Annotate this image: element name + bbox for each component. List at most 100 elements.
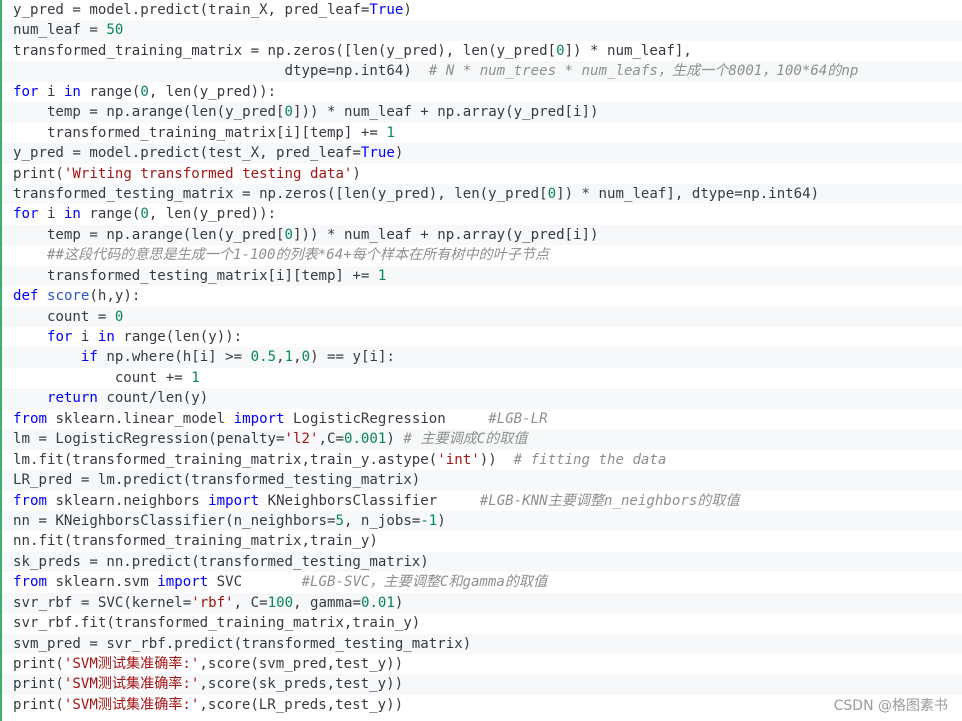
code-token: LogisticRegression (284, 410, 489, 427)
code-token: 0 (140, 83, 149, 100)
code-token: 'SVM测试集准确率:' (63, 656, 200, 672)
code-token: 0 (556, 42, 565, 59)
code-token: count = (13, 308, 115, 325)
code-line: svr_rbf = SVC(kernel='rbf', C=100, gamma… (2, 592, 962, 614)
code-token: range( (80, 83, 141, 100)
code-token: ) == y[i]: (310, 349, 395, 366)
code-token: from (13, 574, 47, 591)
code-line: y_pred = model.predict(test_X, pred_leaf… (2, 143, 962, 164)
code-line: def score(h,y): (2, 286, 962, 307)
code-token: 'SVM测试集准确率:' (63, 696, 200, 713)
code-line: for i in range(0, len(y_pred)): (2, 81, 962, 103)
code-token: i (38, 83, 64, 100)
code-token: print( (13, 656, 64, 672)
code-token: sk_preds = nn.predict(transformed_testin… (13, 553, 429, 570)
code-line: transformed_training_matrix[i][temp] += … (2, 122, 962, 144)
code-token: (h,y): (89, 288, 141, 305)
code-token: for (13, 83, 39, 100)
code-token: in (63, 206, 81, 223)
code-token: ]) * num_leaf], (564, 42, 692, 59)
code-token: ,score(LR_preds,test_y)) (199, 696, 404, 713)
code-token: 0 (140, 206, 149, 223)
code-token: 'int' (437, 451, 480, 468)
code-line: count = 0 (2, 306, 962, 327)
code-token: import (208, 492, 260, 509)
code-token: if (80, 349, 98, 366)
code-line: lm = LogisticRegression(penalty='l2',C=0… (2, 429, 962, 450)
code-token: ) (394, 145, 404, 162)
code-token: 1 (284, 349, 294, 366)
code-token: sklearn.neighbors (46, 492, 209, 509)
code-token: 1 (377, 267, 387, 284)
code-line: from sklearn.neighbors import KNeighbors… (2, 490, 962, 511)
code-token: count/len(y) (97, 390, 209, 407)
watermark: CSDN @格图素书 (833, 695, 948, 715)
code-token: True (369, 2, 404, 18)
code-token: y_pred = model.predict(test_X, pred_leaf… (13, 145, 361, 162)
code-token: )) (479, 451, 514, 468)
code-token: ,score(svm_pred,test_y)) (199, 656, 404, 672)
code-line: for i in range(0, len(y_pred)): (2, 204, 962, 225)
code-line: svm_pred = svr_rbf.predict(transformed_t… (2, 633, 962, 654)
code-token: ##这段代码的意思是生成一个1-100的列表*64+每个样本在所有树中的叶子节点 (46, 247, 550, 264)
code-token: ) (437, 512, 446, 529)
code-token: print( (13, 676, 64, 693)
code-token: , len(y_pred)): (148, 206, 277, 223)
code-line: for i in range(len(y)): (2, 327, 962, 348)
code-token: ])) * num_leaf + np.array(y_pred[i]) (293, 226, 599, 243)
code-token: transformed_training_matrix[i][temp] += (13, 124, 387, 141)
code-token: True (360, 145, 395, 162)
code-token: 100 (267, 594, 294, 611)
code-line: svr_rbf.fit(transformed_training_matrix,… (2, 613, 962, 634)
code-token: i (72, 329, 98, 345)
code-token: from (13, 492, 47, 509)
code-token: , (276, 349, 285, 366)
code-token: import (233, 410, 285, 427)
code-token: , n_jobs= (343, 512, 421, 529)
code-token: temp = np.arange(len(y_pred[ (13, 226, 285, 243)
code-token: svr_rbf.fit(transformed_training_matrix,… (13, 615, 421, 632)
code-line: count += 1 (2, 367, 962, 389)
code-token: lm = LogisticRegression(penalty= (13, 431, 285, 448)
code-token: , (293, 349, 302, 366)
code-token: transformed_testing_matrix = np.zeros([l… (13, 185, 548, 202)
code-token: 'SVM测试集准确率:' (63, 676, 200, 693)
code-token: , gamma= (293, 594, 361, 611)
code-token: return (46, 390, 98, 407)
code-token: lm.fit(transformed_training_matrix,train… (13, 451, 438, 468)
code-line: dtype=np.int64) # N * num_trees * num_le… (2, 61, 962, 82)
code-token: def (13, 288, 39, 305)
code-token: print( (13, 696, 64, 713)
code-token: 0.01 (360, 594, 395, 611)
code-line: nn = KNeighborsClassifier(n_neighbors=5,… (2, 510, 962, 532)
code-line: transformed_testing_matrix[i][temp] += 1 (2, 265, 962, 287)
code-line: num_leaf = 50 (2, 20, 962, 41)
code-token: 5 (335, 512, 344, 529)
code-token: svr_rbf = SVC(kernel= (13, 594, 192, 611)
code-token: in (63, 83, 81, 100)
code-line: transformed_training_matrix = np.zeros([… (2, 40, 962, 62)
code-token: 'l2' (284, 431, 319, 448)
code-token: range( (80, 206, 141, 223)
code-line: y_pred = model.predict(train_X, pred_lea… (2, 0, 962, 21)
code-token: from (13, 410, 47, 427)
code-token: , C= (233, 594, 268, 611)
code-token: nn.fit(transformed_training_matrix,train… (13, 533, 378, 550)
code-token: dtype=np.int64) (13, 63, 429, 80)
code-token: SVC (208, 574, 302, 591)
code-token: 'rbf' (191, 594, 234, 611)
code-line: temp = np.arange(len(y_pred[0])) * num_l… (2, 224, 962, 246)
code-token: # 主要调成C的取值 (403, 431, 528, 448)
code-token: ]) * num_leaf], dtype=np.int64) (556, 185, 820, 202)
code-line: return count/len(y) (2, 388, 962, 409)
code-token: # N * num_trees * num_leafs，生成一个8001，100… (428, 63, 859, 80)
code-token: LR_pred = lm.predict(transformed_testing… (13, 472, 421, 489)
code-token: ) (386, 431, 404, 448)
code-line: nn.fit(transformed_training_matrix,train… (2, 531, 962, 552)
code-token: 0 (114, 308, 124, 325)
code-token: score (46, 288, 90, 305)
